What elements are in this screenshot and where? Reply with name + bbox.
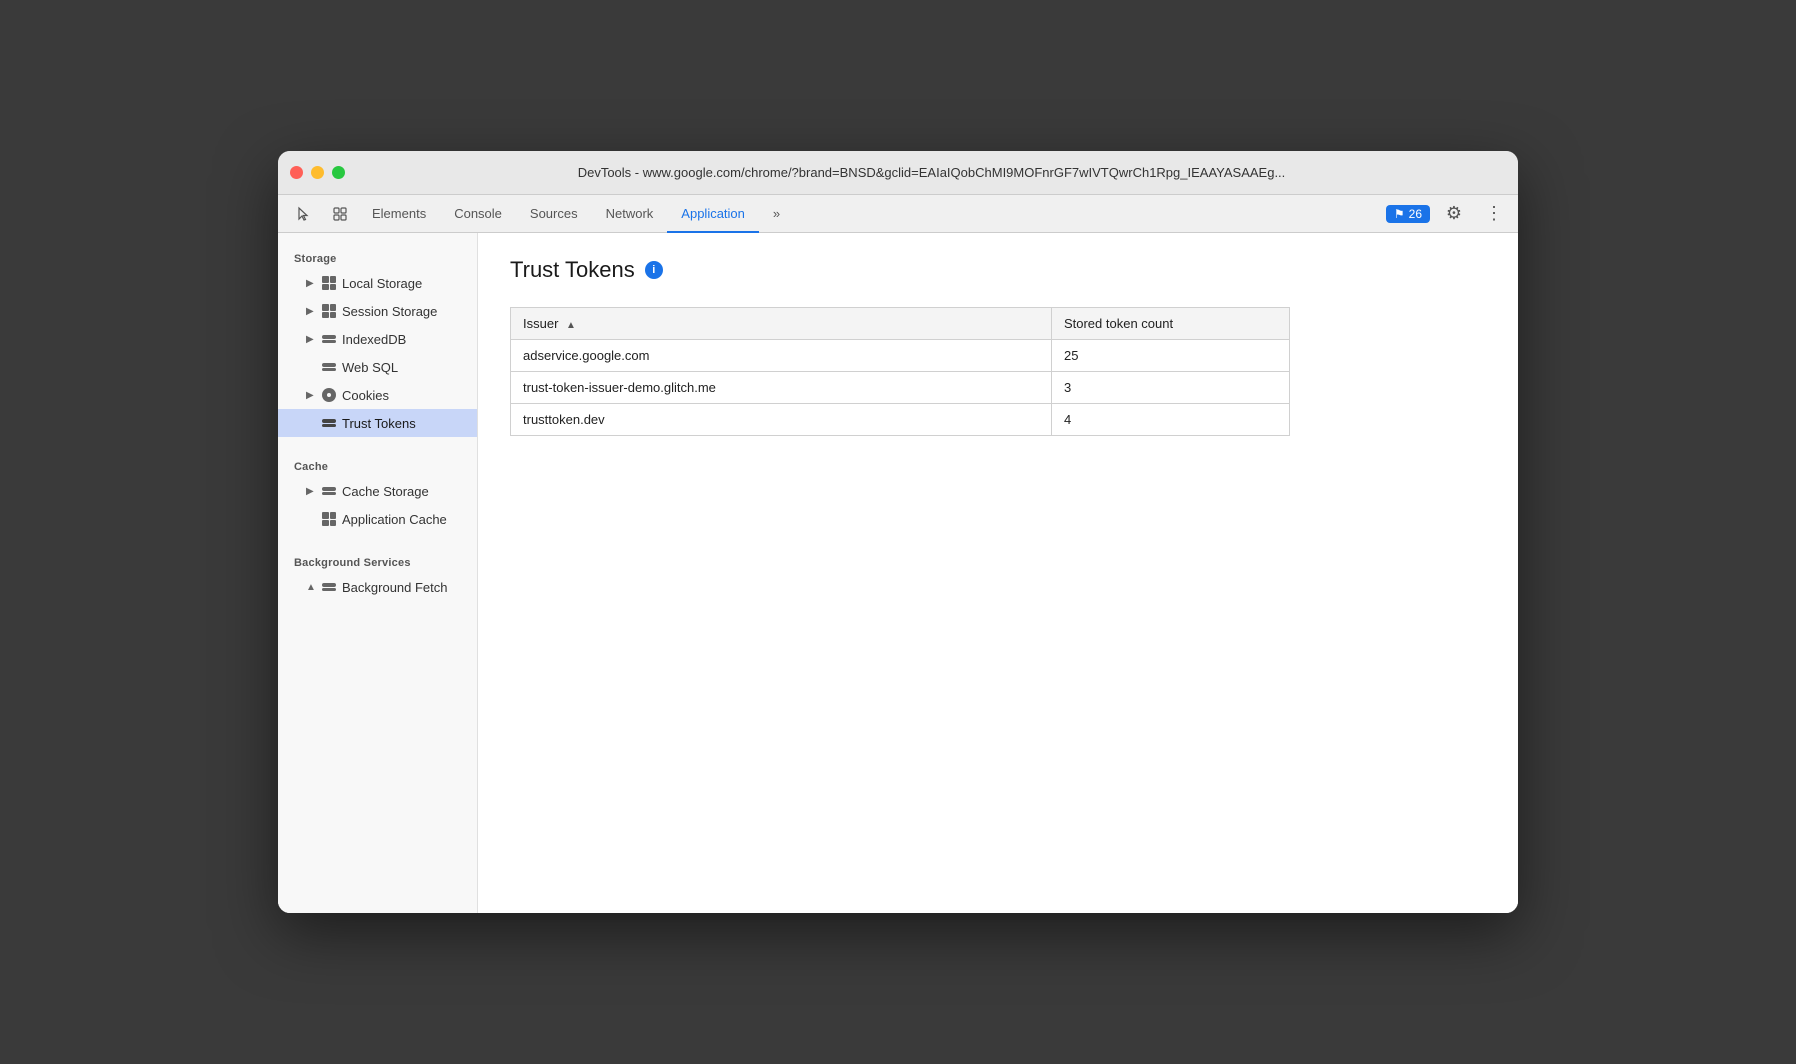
chevron-right-icon: ▲ <box>306 582 316 593</box>
devtools-tabbar: Elements Console Sources Network Applica… <box>278 195 1518 233</box>
flag-icon: ⚑ <box>1394 207 1405 221</box>
application-cache-label: Application Cache <box>342 512 447 527</box>
sidebar: Storage ▶ Local Storage ▶ Session Storag… <box>278 233 478 913</box>
application-cache-icon <box>322 512 336 526</box>
cookies-icon <box>322 388 336 402</box>
settings-button[interactable]: ⚙ <box>1438 198 1470 230</box>
cache-section-label: Cache <box>278 449 477 477</box>
page-title-row: Trust Tokens i <box>510 257 1486 283</box>
sidebar-item-web-sql[interactable]: ▶ Web SQL <box>278 353 477 381</box>
badge-count: 26 <box>1409 207 1422 221</box>
chevron-right-icon: ▶ <box>306 334 316 345</box>
local-storage-icon <box>322 276 336 290</box>
titlebar: DevTools - www.google.com/chrome/?brand=… <box>278 151 1518 195</box>
background-section-label: Background Services <box>278 545 477 573</box>
token-count-cell: 3 <box>1051 372 1289 404</box>
chevron-right-icon: ▶ <box>306 390 316 401</box>
col-token-count-header[interactable]: Stored token count <box>1051 308 1289 340</box>
window-title: DevTools - www.google.com/chrome/?brand=… <box>357 165 1506 180</box>
trust-tokens-table: Issuer ▲ Stored token count adservice.go… <box>510 307 1290 436</box>
cache-storage-label: Cache Storage <box>342 484 429 499</box>
main-content: Trust Tokens i Issuer ▲ Stored token cou… <box>478 233 1518 913</box>
chevron-right-icon: ▶ <box>306 486 316 497</box>
col-issuer-header[interactable]: Issuer ▲ <box>511 308 1052 340</box>
info-icon[interactable]: i <box>645 261 663 279</box>
web-sql-label: Web SQL <box>342 360 398 375</box>
table-row[interactable]: adservice.google.com25 <box>511 340 1290 372</box>
issuer-cell: adservice.google.com <box>511 340 1052 372</box>
trust-tokens-icon <box>322 416 336 430</box>
table-row[interactable]: trusttoken.dev4 <box>511 404 1290 436</box>
tab-group: Elements Console Sources Network Applica… <box>358 195 794 232</box>
tab-more[interactable]: » <box>759 195 794 233</box>
sort-icon: ▲ <box>566 320 576 331</box>
tab-console[interactable]: Console <box>440 195 516 233</box>
local-storage-label: Local Storage <box>342 276 422 291</box>
sidebar-item-background-fetch[interactable]: ▲ Background Fetch <box>278 573 477 601</box>
issuer-cell: trust-token-issuer-demo.glitch.me <box>511 372 1052 404</box>
sidebar-item-cookies[interactable]: ▶ Cookies <box>278 381 477 409</box>
devtools-body: Storage ▶ Local Storage ▶ Session Storag… <box>278 233 1518 913</box>
devtools-window: DevTools - www.google.com/chrome/?brand=… <box>278 151 1518 913</box>
sidebar-item-local-storage[interactable]: ▶ Local Storage <box>278 269 477 297</box>
sidebar-item-session-storage[interactable]: ▶ Session Storage <box>278 297 477 325</box>
cursor-icon[interactable] <box>286 195 322 233</box>
more-options-button[interactable]: ⋮ <box>1478 198 1510 230</box>
cookies-label: Cookies <box>342 388 389 403</box>
traffic-lights <box>290 166 345 179</box>
table-row[interactable]: trust-token-issuer-demo.glitch.me3 <box>511 372 1290 404</box>
flag-badge[interactable]: ⚑ 26 <box>1386 205 1430 223</box>
close-button[interactable] <box>290 166 303 179</box>
storage-section-label: Storage <box>278 241 477 269</box>
cache-storage-icon <box>322 484 336 498</box>
token-count-cell: 4 <box>1051 404 1289 436</box>
background-fetch-icon <box>322 580 336 594</box>
page-title: Trust Tokens <box>510 257 635 283</box>
background-fetch-label: Background Fetch <box>342 580 448 595</box>
minimize-button[interactable] <box>311 166 324 179</box>
tab-application[interactable]: Application <box>667 195 759 233</box>
sidebar-item-trust-tokens[interactable]: ▶ Trust Tokens <box>278 409 477 437</box>
token-count-cell: 25 <box>1051 340 1289 372</box>
sidebar-item-application-cache[interactable]: ▶ Application Cache <box>278 505 477 533</box>
sidebar-item-indexeddb[interactable]: ▶ IndexedDB <box>278 325 477 353</box>
tab-sources[interactable]: Sources <box>516 195 592 233</box>
web-sql-icon <box>322 360 336 374</box>
tabs-right: ⚑ 26 ⚙ ⋮ <box>1386 195 1510 232</box>
trust-tokens-label: Trust Tokens <box>342 416 416 431</box>
tab-elements[interactable]: Elements <box>358 195 440 233</box>
session-storage-icon <box>322 304 336 318</box>
inspect-icon[interactable] <box>322 195 358 233</box>
tab-network[interactable]: Network <box>592 195 668 233</box>
session-storage-label: Session Storage <box>342 304 437 319</box>
indexeddb-label: IndexedDB <box>342 332 406 347</box>
issuer-cell: trusttoken.dev <box>511 404 1052 436</box>
indexeddb-icon <box>322 332 336 346</box>
sidebar-item-cache-storage[interactable]: ▶ Cache Storage <box>278 477 477 505</box>
chevron-right-icon: ▶ <box>306 306 316 317</box>
chevron-right-icon: ▶ <box>306 278 316 289</box>
maximize-button[interactable] <box>332 166 345 179</box>
